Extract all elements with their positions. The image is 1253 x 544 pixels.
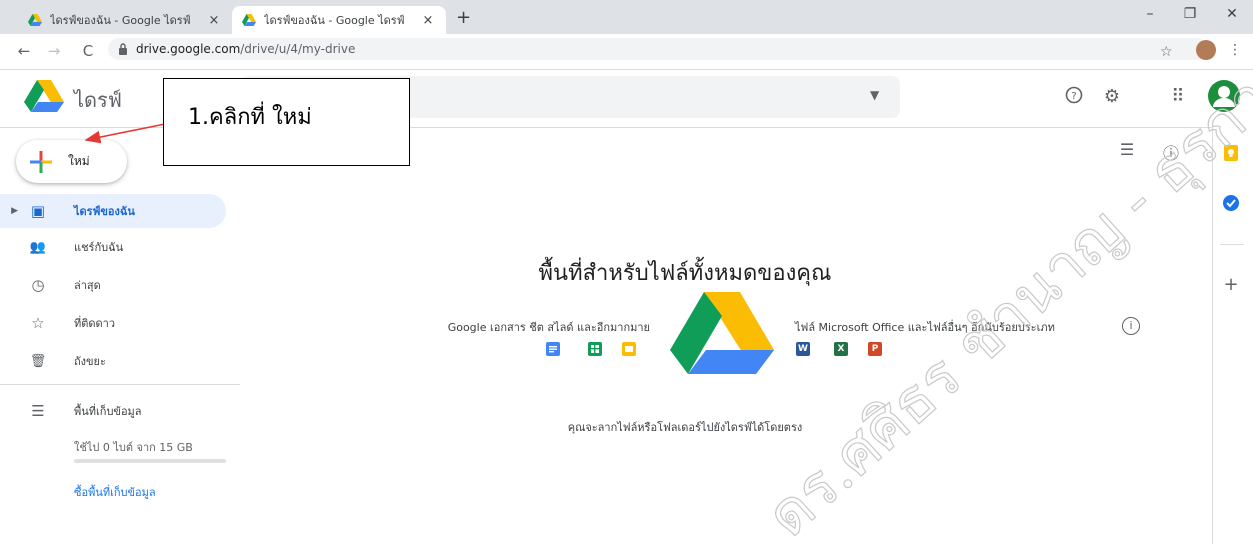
bookmark-star-icon[interactable]: ☆ bbox=[1160, 44, 1173, 60]
sidebar-item-label: ที่ติดดาว bbox=[74, 317, 116, 330]
side-panel bbox=[1212, 128, 1253, 544]
clock-icon: ◷ bbox=[31, 276, 45, 294]
keep-icon[interactable] bbox=[1222, 144, 1240, 162]
new-button[interactable]: ใหม่ bbox=[16, 140, 127, 183]
office-files-caption: ไฟล์ Microsoft Office และไฟล์อื่นๆ อีกนั… bbox=[795, 321, 1055, 334]
account-avatar[interactable] bbox=[1208, 80, 1240, 112]
browser-profile-avatar[interactable] bbox=[1196, 40, 1216, 60]
settings-gear-icon[interactable]: ⚙ bbox=[1100, 86, 1124, 107]
sidebar-item-label: ไดรฟ์ของฉัน bbox=[74, 205, 135, 218]
url-path: /drive/u/4/my-drive bbox=[240, 42, 356, 56]
url-host: drive.google.com bbox=[136, 42, 241, 56]
list-view-icon[interactable]: ☰ bbox=[1116, 140, 1138, 159]
callout-text: 1.คลิกที่ ใหม่ bbox=[188, 105, 312, 130]
person-icon bbox=[1213, 86, 1235, 107]
new-tab-button[interactable]: + bbox=[456, 7, 471, 28]
storage-used-text: ใช้ไป 0 ไบต์ จาก 15 GB bbox=[74, 441, 193, 454]
details-info-icon[interactable]: ⓘ bbox=[1160, 140, 1182, 164]
address-bar-area: ← → C drive.google.com/drive/u/4/my-driv… bbox=[0, 34, 1253, 70]
people-icon: 👥 bbox=[29, 239, 47, 255]
drive-large-logo-icon bbox=[670, 292, 774, 374]
drive-favicon-icon bbox=[242, 14, 256, 26]
sidebar-item-recent[interactable]: ◷ ล่าสุด bbox=[0, 268, 226, 302]
excel-icon: X bbox=[834, 342, 848, 356]
storage-icon: ☰ bbox=[31, 402, 45, 420]
colored-plus-icon bbox=[30, 150, 52, 173]
url-input[interactable]: drive.google.com/drive/u/4/my-drive bbox=[108, 38, 1208, 60]
buy-storage-link[interactable]: ซื้อพื้นที่เก็บข้อมูล bbox=[74, 483, 156, 501]
back-button[interactable]: ← bbox=[14, 42, 34, 60]
svg-text:?: ? bbox=[1071, 91, 1076, 102]
tasks-icon[interactable] bbox=[1222, 194, 1240, 212]
browser-tab-2-active[interactable]: ไดรฟ์ของฉัน - Google ไดรฟ์ × bbox=[232, 6, 446, 34]
reload-button[interactable]: C bbox=[78, 42, 98, 60]
drive-icon: ▣ bbox=[30, 202, 46, 220]
close-window-button[interactable]: ✕ bbox=[1222, 6, 1242, 22]
tab-title: ไดรฟ์ของฉัน - Google ไดรฟ์ bbox=[50, 14, 191, 27]
app-name: ไดรฟ์ bbox=[74, 88, 122, 112]
sidebar-divider bbox=[0, 384, 240, 385]
browser-menu-icon[interactable]: ⋮ bbox=[1228, 42, 1242, 58]
browser-tab-1[interactable]: ไดรฟ์ของฉัน - Google ไดรฟ์ × bbox=[18, 6, 232, 34]
forward-button[interactable]: → bbox=[44, 42, 64, 60]
sidebar-item-trash[interactable]: 🗑 ถังขยะ bbox=[0, 344, 226, 378]
restore-button[interactable]: ❐ bbox=[1180, 6, 1200, 22]
google-apps-icon[interactable]: ⠿ bbox=[1166, 86, 1190, 107]
sidebar-item-shared[interactable]: 👥 แชร์กับฉัน bbox=[0, 230, 226, 264]
tab-strip: ไดรฟ์ของฉัน - Google ไดรฟ์ × ไดรฟ์ของฉัน… bbox=[0, 0, 1253, 34]
docs-icon bbox=[546, 342, 560, 356]
help-icon[interactable]: ? bbox=[1062, 86, 1086, 109]
drive-logo-icon[interactable] bbox=[24, 80, 64, 112]
star-icon: ☆ bbox=[31, 314, 45, 332]
expand-caret-icon[interactable]: ▶ bbox=[0, 206, 18, 216]
drive-favicon-icon bbox=[28, 14, 42, 26]
search-options-dropdown-icon[interactable]: ▼ bbox=[870, 88, 879, 102]
sidebar-item-starred[interactable]: ☆ ที่ติดดาว bbox=[0, 306, 226, 340]
info-icon[interactable]: i bbox=[1122, 317, 1140, 335]
sidebar-item-label: ล่าสุด bbox=[74, 279, 101, 292]
word-icon: W bbox=[796, 342, 810, 356]
tab-close-icon[interactable]: × bbox=[420, 13, 436, 28]
sidebar-item-label: พื้นที่เก็บข้อมูล bbox=[74, 405, 142, 418]
new-button-label: ใหม่ bbox=[68, 154, 90, 168]
drag-drop-hint: คุณจะลากไฟล์หรือโฟลเดอร์ไปยังไดรฟ์ได้โดย… bbox=[567, 421, 803, 434]
add-addon-icon[interactable]: + bbox=[1222, 274, 1240, 295]
lock-icon bbox=[119, 43, 127, 55]
sheets-icon bbox=[588, 342, 602, 356]
sidebar-item-storage[interactable]: ☰ พื้นที่เก็บข้อมูล bbox=[0, 394, 226, 428]
instruction-callout: 1.คลิกที่ ใหม่ bbox=[163, 78, 410, 166]
slides-icon bbox=[622, 342, 636, 356]
sidebar-item-label: ถังขยะ bbox=[74, 355, 106, 368]
google-docs-caption: Google เอกสาร ชีต สไลด์ และอีกมากมาย bbox=[447, 321, 650, 334]
trash-icon: 🗑 bbox=[29, 353, 47, 369]
tab-close-icon[interactable]: × bbox=[206, 13, 222, 28]
tab-title: ไดรฟ์ของฉัน - Google ไดรฟ์ bbox=[264, 14, 405, 27]
minimize-button[interactable]: – bbox=[1140, 6, 1160, 22]
empty-state-title: พื้นที่สำหรับไฟล์ทั้งหมดของคุณ bbox=[538, 261, 832, 286]
sidebar-item-my-drive[interactable]: ▶ ▣ ไดรฟ์ของฉัน bbox=[0, 194, 226, 228]
side-panel-divider bbox=[1220, 244, 1244, 245]
sidebar-item-label: แชร์กับฉัน bbox=[74, 241, 124, 254]
storage-progress-bar bbox=[74, 459, 226, 463]
powerpoint-icon: P bbox=[868, 342, 882, 356]
